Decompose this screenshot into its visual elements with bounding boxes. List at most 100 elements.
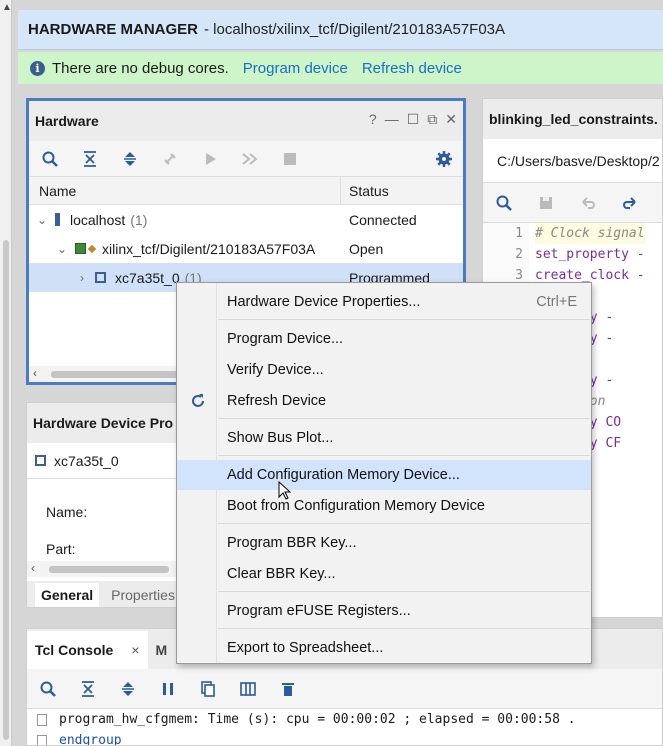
chip-icon (95, 272, 106, 283)
trash-icon[interactable] (277, 678, 299, 700)
menu-item-label: Program BBR Key... (227, 535, 357, 551)
connector-icon (87, 244, 97, 253)
code-line: set_property - (535, 247, 645, 262)
menu-item-clear-bbr-key[interactable]: Clear BBR Key... (177, 559, 591, 589)
device-properties-panel: Hardware Device Pro xc7a35t_0 Name: Part… (26, 402, 186, 608)
tab-messages[interactable]: M (148, 631, 176, 669)
device-properties-header: Hardware Device Pro (27, 403, 185, 443)
device-properties-title: Hardware Device Pro (33, 415, 174, 431)
save-icon[interactable] (535, 192, 557, 214)
expand-all-icon[interactable] (119, 148, 141, 170)
tree-row-localhost[interactable]: ⌄ localhost (1) Connected (29, 205, 463, 234)
menu-item-add-configuration-memory-device[interactable]: Add Configuration Memory Device... (177, 460, 591, 490)
menu-item-hardware-device-properties[interactable]: Hardware Device Properties... Ctrl+E (177, 287, 591, 317)
info-banner: i There are no debug cores. Program devi… (18, 52, 663, 84)
copy-icon[interactable] (197, 678, 219, 700)
search-icon[interactable] (39, 148, 61, 170)
menu-item-label: Verify Device... (227, 362, 324, 378)
console-toolbar (27, 669, 662, 709)
close-icon[interactable]: ✕ (445, 111, 457, 128)
maximize-icon[interactable]: ☐ (407, 111, 420, 128)
line-number: 1 (515, 226, 523, 241)
search-icon[interactable] (37, 678, 59, 700)
menu-accelerator: Ctrl+E (536, 294, 577, 310)
mouse-cursor-icon (278, 481, 292, 500)
scroll-up-icon[interactable]: ▲ (2, 2, 12, 13)
tab-tcl-console[interactable]: Tcl Console × (27, 631, 148, 669)
connection-path: - localhost/xilinx_tcf/Digilent/210183A5… (204, 21, 506, 38)
run-trigger-icon[interactable] (199, 148, 221, 170)
hardware-panel-header: Hardware ? — ☐ ⧉ ✕ (29, 101, 463, 141)
expand-all-icon[interactable] (117, 678, 139, 700)
scroll-left-icon[interactable]: ‹ (31, 561, 35, 575)
left-scrollbar[interactable]: ▲ (0, 0, 12, 746)
collapse-all-icon[interactable] (79, 148, 101, 170)
hardware-panel-title: Hardware (35, 113, 99, 129)
menu-item-program-device[interactable]: Program Device... (177, 324, 591, 354)
refresh-icon (189, 392, 207, 410)
refresh-device-link[interactable]: Refresh device (362, 60, 462, 77)
menu-item-export-to-spreadsheet[interactable]: Export to Spreadsheet... (177, 633, 591, 663)
help-icon[interactable]: ? (369, 111, 377, 128)
page-title: HARDWARE MANAGER (28, 21, 198, 38)
hardware-manager-titlebar: HARDWARE MANAGER - localhost/xilinx_tcf/… (18, 10, 663, 50)
pause-icon[interactable] (157, 678, 179, 700)
tree-label: xilinx_tcf/Digilent/210183A57F03A (102, 240, 316, 257)
menu-item-program-bbr-key[interactable]: Program BBR Key... (177, 528, 591, 558)
scroll-thumb[interactable] (3, 240, 9, 740)
stop-icon[interactable] (279, 148, 301, 170)
auto-connect-icon[interactable] (159, 148, 181, 170)
table-icon[interactable] (237, 678, 259, 700)
menu-item-verify-device[interactable]: Verify Device... (177, 355, 591, 385)
menu-item-refresh-device[interactable]: Refresh Device (177, 386, 591, 416)
column-name[interactable]: Name (29, 177, 341, 204)
tab-properties[interactable]: Properties (111, 587, 175, 603)
run-immediate-icon[interactable] (239, 148, 261, 170)
part-label: Part: (46, 541, 76, 557)
redo-icon[interactable] (619, 192, 641, 214)
search-icon[interactable] (493, 192, 515, 214)
menu-item-program-efuse-registers[interactable]: Program eFUSE Registers... (177, 596, 591, 626)
tab-label: Tcl Console (35, 642, 114, 658)
tree-row-target[interactable]: ⌄ xilinx_tcf/Digilent/210183A57F03A Open (29, 234, 463, 263)
menu-item-label: Boot from Configuration Memory Device (227, 498, 485, 514)
scroll-thumb[interactable] (51, 371, 191, 378)
menu-item-show-bus-plot[interactable]: Show Bus Plot... (177, 423, 591, 453)
scroll-left-icon[interactable]: ‹ (33, 366, 37, 380)
constraints-file-title[interactable]: blinking_led_constraints. (489, 111, 658, 127)
vivado-window: ▲ HARDWARE MANAGER - localhost/xilinx_tc… (0, 0, 663, 746)
collapse-all-icon[interactable] (77, 678, 99, 700)
menu-item-label: Hardware Device Properties... (227, 294, 421, 310)
scroll-thumb[interactable] (49, 566, 169, 573)
chevron-down-icon[interactable]: ⌄ (55, 242, 69, 256)
program-device-link[interactable]: Program device (243, 60, 348, 77)
info-message: There are no debug cores. (52, 59, 229, 77)
menu-item-label: Export to Spreadsheet... (227, 640, 384, 656)
column-status[interactable]: Status (341, 183, 389, 199)
horizontal-scrollbar[interactable]: ‹ (27, 561, 185, 577)
tree-status: Open (349, 240, 384, 257)
settings-gear-icon[interactable] (433, 148, 455, 170)
info-icon: i (30, 60, 45, 76)
menu-item-boot-from-configuration-memory[interactable]: Boot from Configuration Memory Device (177, 491, 591, 521)
menu-item-label: Add Configuration Memory Device... (227, 467, 460, 483)
fold-icon[interactable] (37, 734, 47, 745)
file-path: C:/Users/basve/Desktop/2 (483, 139, 662, 183)
close-icon[interactable]: × (131, 642, 139, 658)
device-name: xc7a35t_0 (54, 452, 119, 469)
undo-icon[interactable] (577, 192, 599, 214)
line-number: 2 (515, 247, 523, 262)
minimize-icon[interactable]: — (385, 111, 399, 128)
tab-general[interactable]: General (35, 583, 100, 607)
tree-status: Connected (349, 211, 417, 228)
chevron-down-icon[interactable]: ⌄ (35, 213, 49, 227)
fold-icon[interactable] (37, 713, 47, 726)
hardware-toolbar (29, 141, 463, 177)
board-icon (75, 243, 86, 254)
chevron-right-icon[interactable]: › (75, 271, 89, 285)
menu-item-label: Program Device... (227, 331, 344, 347)
tree-label: xc7a35t_0 (115, 269, 180, 286)
float-icon[interactable]: ⧉ (427, 111, 437, 128)
menu-item-label: Program eFUSE Registers... (227, 603, 411, 619)
editor-toolbar (483, 183, 662, 223)
